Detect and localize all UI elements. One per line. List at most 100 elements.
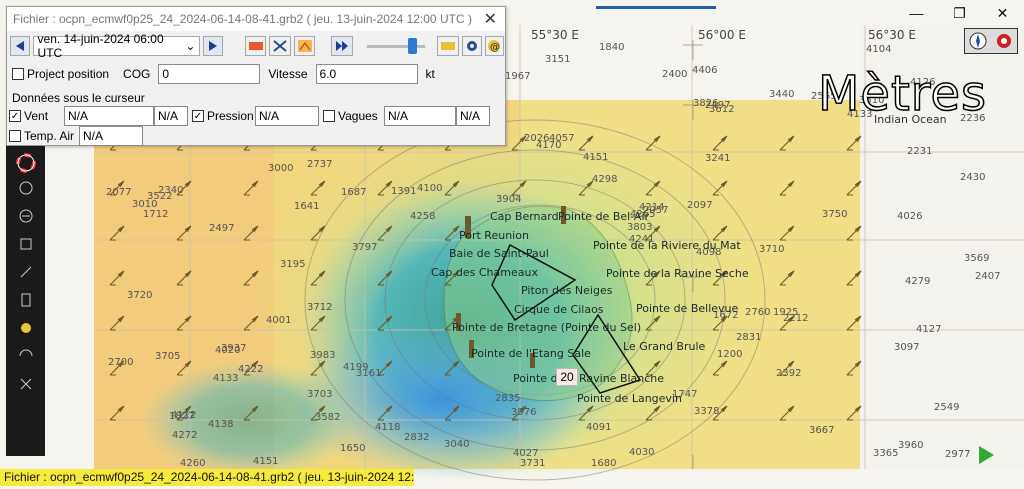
download-button[interactable] [437, 36, 459, 56]
wind-barb [779, 315, 795, 331]
longitude-label: 55°30 E [531, 28, 579, 42]
ocean-label: Indian Ocean [874, 113, 947, 126]
tool-icon[interactable] [8, 180, 43, 202]
wind-barb [779, 135, 795, 151]
compass-widget[interactable] [964, 28, 1018, 54]
compass-icon [969, 32, 987, 50]
wind-barb [846, 180, 862, 196]
svg-text:@: @ [490, 42, 500, 53]
wind-barb [444, 315, 460, 331]
cog-input[interactable]: 0 [158, 64, 261, 84]
wind-barb [712, 315, 728, 331]
wind-barb [176, 180, 192, 196]
wind-barb [645, 135, 661, 151]
minimize-button[interactable]: — [895, 0, 938, 26]
grid-icon [273, 40, 287, 52]
play-icon[interactable] [976, 444, 996, 466]
pressure-checkbox[interactable]: ✓ [192, 110, 204, 122]
wind-label: Vent [24, 109, 49, 123]
window-accent-bar [596, 6, 716, 9]
waves-height-field: N/A [384, 106, 456, 126]
wind-barb [578, 135, 594, 151]
wind-barb [310, 360, 326, 376]
wind-barb [712, 225, 728, 241]
wind-barb [846, 360, 862, 376]
maximize-button[interactable]: ❐ [938, 0, 981, 26]
lifebuoy-icon[interactable] [8, 152, 43, 174]
wind-barb [779, 405, 795, 421]
download-icon [441, 42, 456, 50]
longitude-label: 56°30 E [868, 28, 916, 42]
wind-barb [176, 270, 192, 286]
grid-button[interactable] [269, 36, 291, 56]
play-button[interactable] [331, 36, 353, 56]
wind-barb [779, 360, 795, 376]
wind-barb [377, 360, 393, 376]
wind-barb [176, 315, 192, 331]
wind-barb [578, 180, 594, 196]
wind-barb [310, 405, 326, 421]
tool-button[interactable] [244, 36, 267, 56]
wind-barb [444, 225, 460, 241]
grib-dialog: Fichier : ocpn_ecmwf0p25_24_2024-06-14-0… [6, 6, 506, 146]
speed-unit: kt [425, 67, 435, 81]
waves-label: Vagues [338, 109, 378, 123]
wind-barb [109, 315, 125, 331]
waves-dir-field: N/A [456, 106, 490, 126]
speed-input[interactable]: 6.0 [315, 64, 418, 84]
wind-barb [176, 360, 192, 376]
wind-barb [846, 405, 862, 421]
wind-barb [645, 315, 661, 331]
wind-barb [377, 315, 393, 331]
tool-icon[interactable] [8, 236, 43, 258]
email-button[interactable]: @ [484, 36, 505, 56]
play-icon [336, 41, 349, 51]
next-time-button[interactable] [203, 36, 223, 56]
prev-time-button[interactable] [10, 36, 30, 56]
wind-barb [712, 270, 728, 286]
wind-checkbox[interactable]: ✓ [9, 110, 21, 122]
wind-barb [109, 360, 125, 376]
pressure-label: Pression [207, 109, 254, 123]
settings-button[interactable] [461, 36, 482, 56]
tool-icon[interactable] [8, 376, 43, 398]
close-window-button[interactable]: ✕ [981, 0, 1024, 26]
speed-slider[interactable] [366, 36, 426, 56]
dialog-titlebar: Fichier : ocpn_ecmwf0p25_24_2024-06-14-0… [7, 7, 505, 31]
wind-barb [377, 225, 393, 241]
settings-gear-icon [466, 41, 477, 51]
wind-barb [779, 225, 795, 241]
window-controls: — ❐ ✕ [894, 0, 1024, 26]
wind-barb [444, 405, 460, 421]
wind-barb [377, 405, 393, 421]
wind-barb [243, 270, 259, 286]
air-temp-checkbox[interactable] [9, 130, 21, 142]
tool-icon[interactable] [8, 292, 43, 314]
dialog-title: Fichier : ocpn_ecmwf0p25_24_2024-06-14-0… [13, 12, 472, 26]
tool-icon[interactable] [8, 320, 43, 342]
wind-barb [712, 180, 728, 196]
wind-barb [377, 180, 393, 196]
time-select[interactable]: ven. 14-juin-2024 06:00 UTC ⌄ [32, 32, 201, 60]
air-temp-label: Temp. Air [24, 129, 75, 143]
waves-checkbox[interactable] [323, 110, 335, 122]
pressure-field: N/A [255, 106, 319, 126]
wind-value-field: N/A [64, 106, 154, 126]
chevron-down-icon: ⌄ [185, 39, 196, 53]
tool-icon[interactable] [8, 264, 43, 286]
wind-barb [176, 405, 192, 421]
gps-icon [997, 34, 1011, 48]
tool-icon[interactable] [8, 348, 43, 370]
wind-barb [109, 180, 125, 196]
wind-barb [712, 135, 728, 151]
wind-barb [779, 180, 795, 196]
tool-icon[interactable] [8, 208, 43, 230]
wind-barb [377, 270, 393, 286]
data-marker[interactable]: 20 [556, 368, 578, 386]
timeline-icon [297, 40, 312, 52]
timeline-button[interactable] [293, 36, 316, 56]
project-position-checkbox[interactable] [12, 68, 24, 80]
wind-barb [243, 315, 259, 331]
dialog-close-button[interactable]: ✕ [484, 9, 497, 29]
wind-barb [310, 225, 326, 241]
